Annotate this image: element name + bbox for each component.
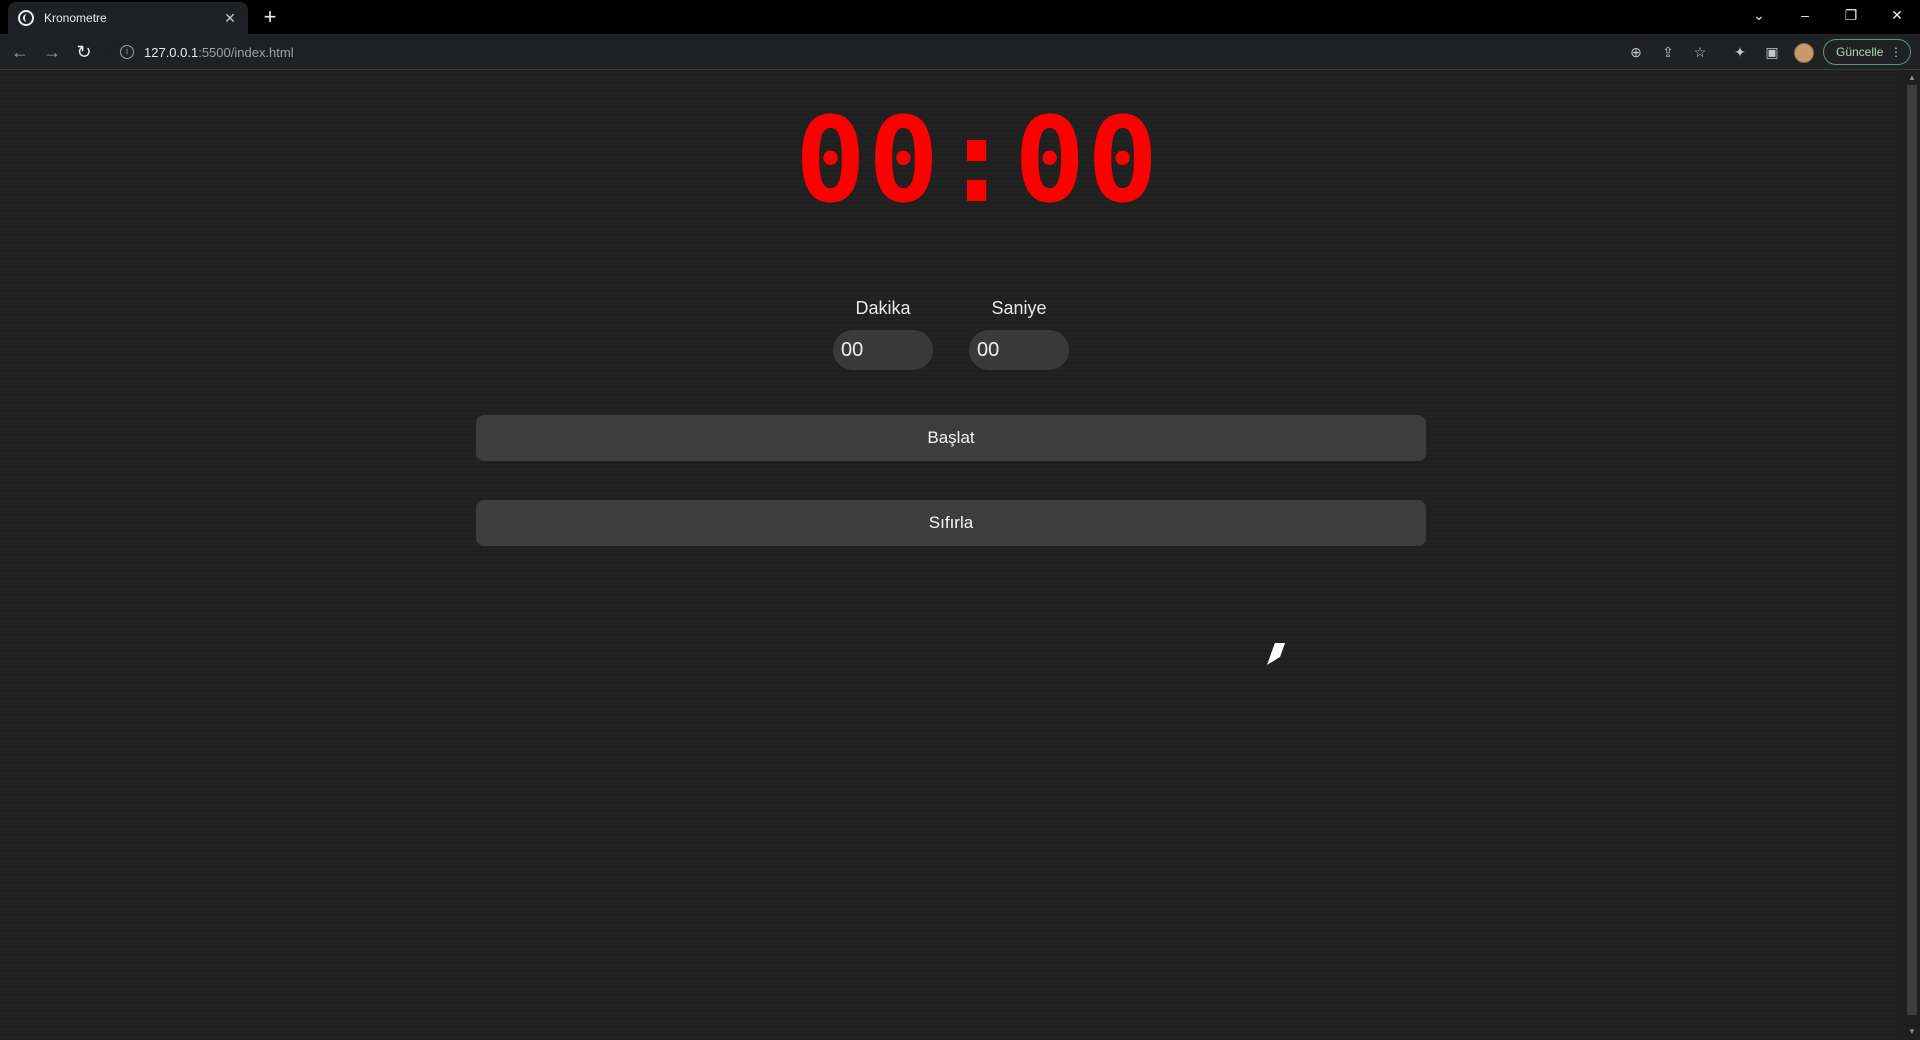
- menu-dots-icon: ⋮: [1890, 45, 1902, 59]
- scrollbar[interactable]: ▲ ▼: [1904, 71, 1920, 1040]
- tab-strip: Kronometre ✕ + ⌄ – ❐ ✕: [0, 0, 1920, 34]
- scrollbar-thumb[interactable]: [1907, 85, 1917, 1015]
- tab-title: Kronometre: [44, 11, 107, 25]
- side-panel-icon[interactable]: ▣: [1762, 42, 1782, 62]
- reload-icon[interactable]: ↻: [72, 40, 96, 64]
- scroll-down-icon[interactable]: ▼: [1907, 1027, 1917, 1037]
- url-path: :5500/index.html: [198, 44, 294, 60]
- back-icon[interactable]: ←: [8, 40, 32, 64]
- second-label: Saniye: [991, 298, 1047, 318]
- stopwatch-display: 00:00: [795, 91, 1161, 229]
- browser-toolbar: ← → ↻ i 127.0.0.1 :5500/index.html ⊕ ⇪ ☆…: [0, 34, 1920, 70]
- info-icon[interactable]: i: [120, 45, 134, 59]
- minute-label: Dakika: [855, 298, 911, 318]
- browser-tab[interactable]: Kronometre ✕: [8, 2, 248, 34]
- second-input[interactable]: [969, 330, 1069, 370]
- profile-avatar[interactable]: [1794, 43, 1814, 63]
- start-button[interactable]: Başlat: [476, 415, 1426, 461]
- close-tab-icon[interactable]: ✕: [222, 10, 238, 26]
- minute-input[interactable]: [833, 330, 933, 370]
- zoom-icon[interactable]: ⊕: [1626, 42, 1646, 62]
- url-host: 127.0.0.1: [144, 44, 199, 60]
- update-label: Güncelle: [1836, 45, 1884, 59]
- restore-button[interactable]: ❐: [1828, 0, 1874, 30]
- tab-search-icon[interactable]: ⌄: [1736, 0, 1782, 30]
- update-button[interactable]: Güncelle ⋮: [1823, 39, 1911, 65]
- scroll-up-icon[interactable]: ▲: [1907, 73, 1917, 83]
- close-window-button[interactable]: ✕: [1874, 0, 1920, 30]
- globe-icon: [18, 10, 34, 26]
- forward-icon[interactable]: →: [40, 40, 64, 64]
- share-icon[interactable]: ⇪: [1658, 42, 1678, 62]
- reset-button[interactable]: Sıfırla: [476, 500, 1426, 546]
- minimize-button[interactable]: –: [1782, 0, 1828, 30]
- new-tab-button[interactable]: +: [258, 6, 282, 30]
- bookmark-star-icon[interactable]: ☆: [1690, 42, 1710, 62]
- address-bar[interactable]: i 127.0.0.1 :5500/index.html: [110, 39, 1640, 65]
- extensions-icon[interactable]: ✦: [1730, 42, 1750, 62]
